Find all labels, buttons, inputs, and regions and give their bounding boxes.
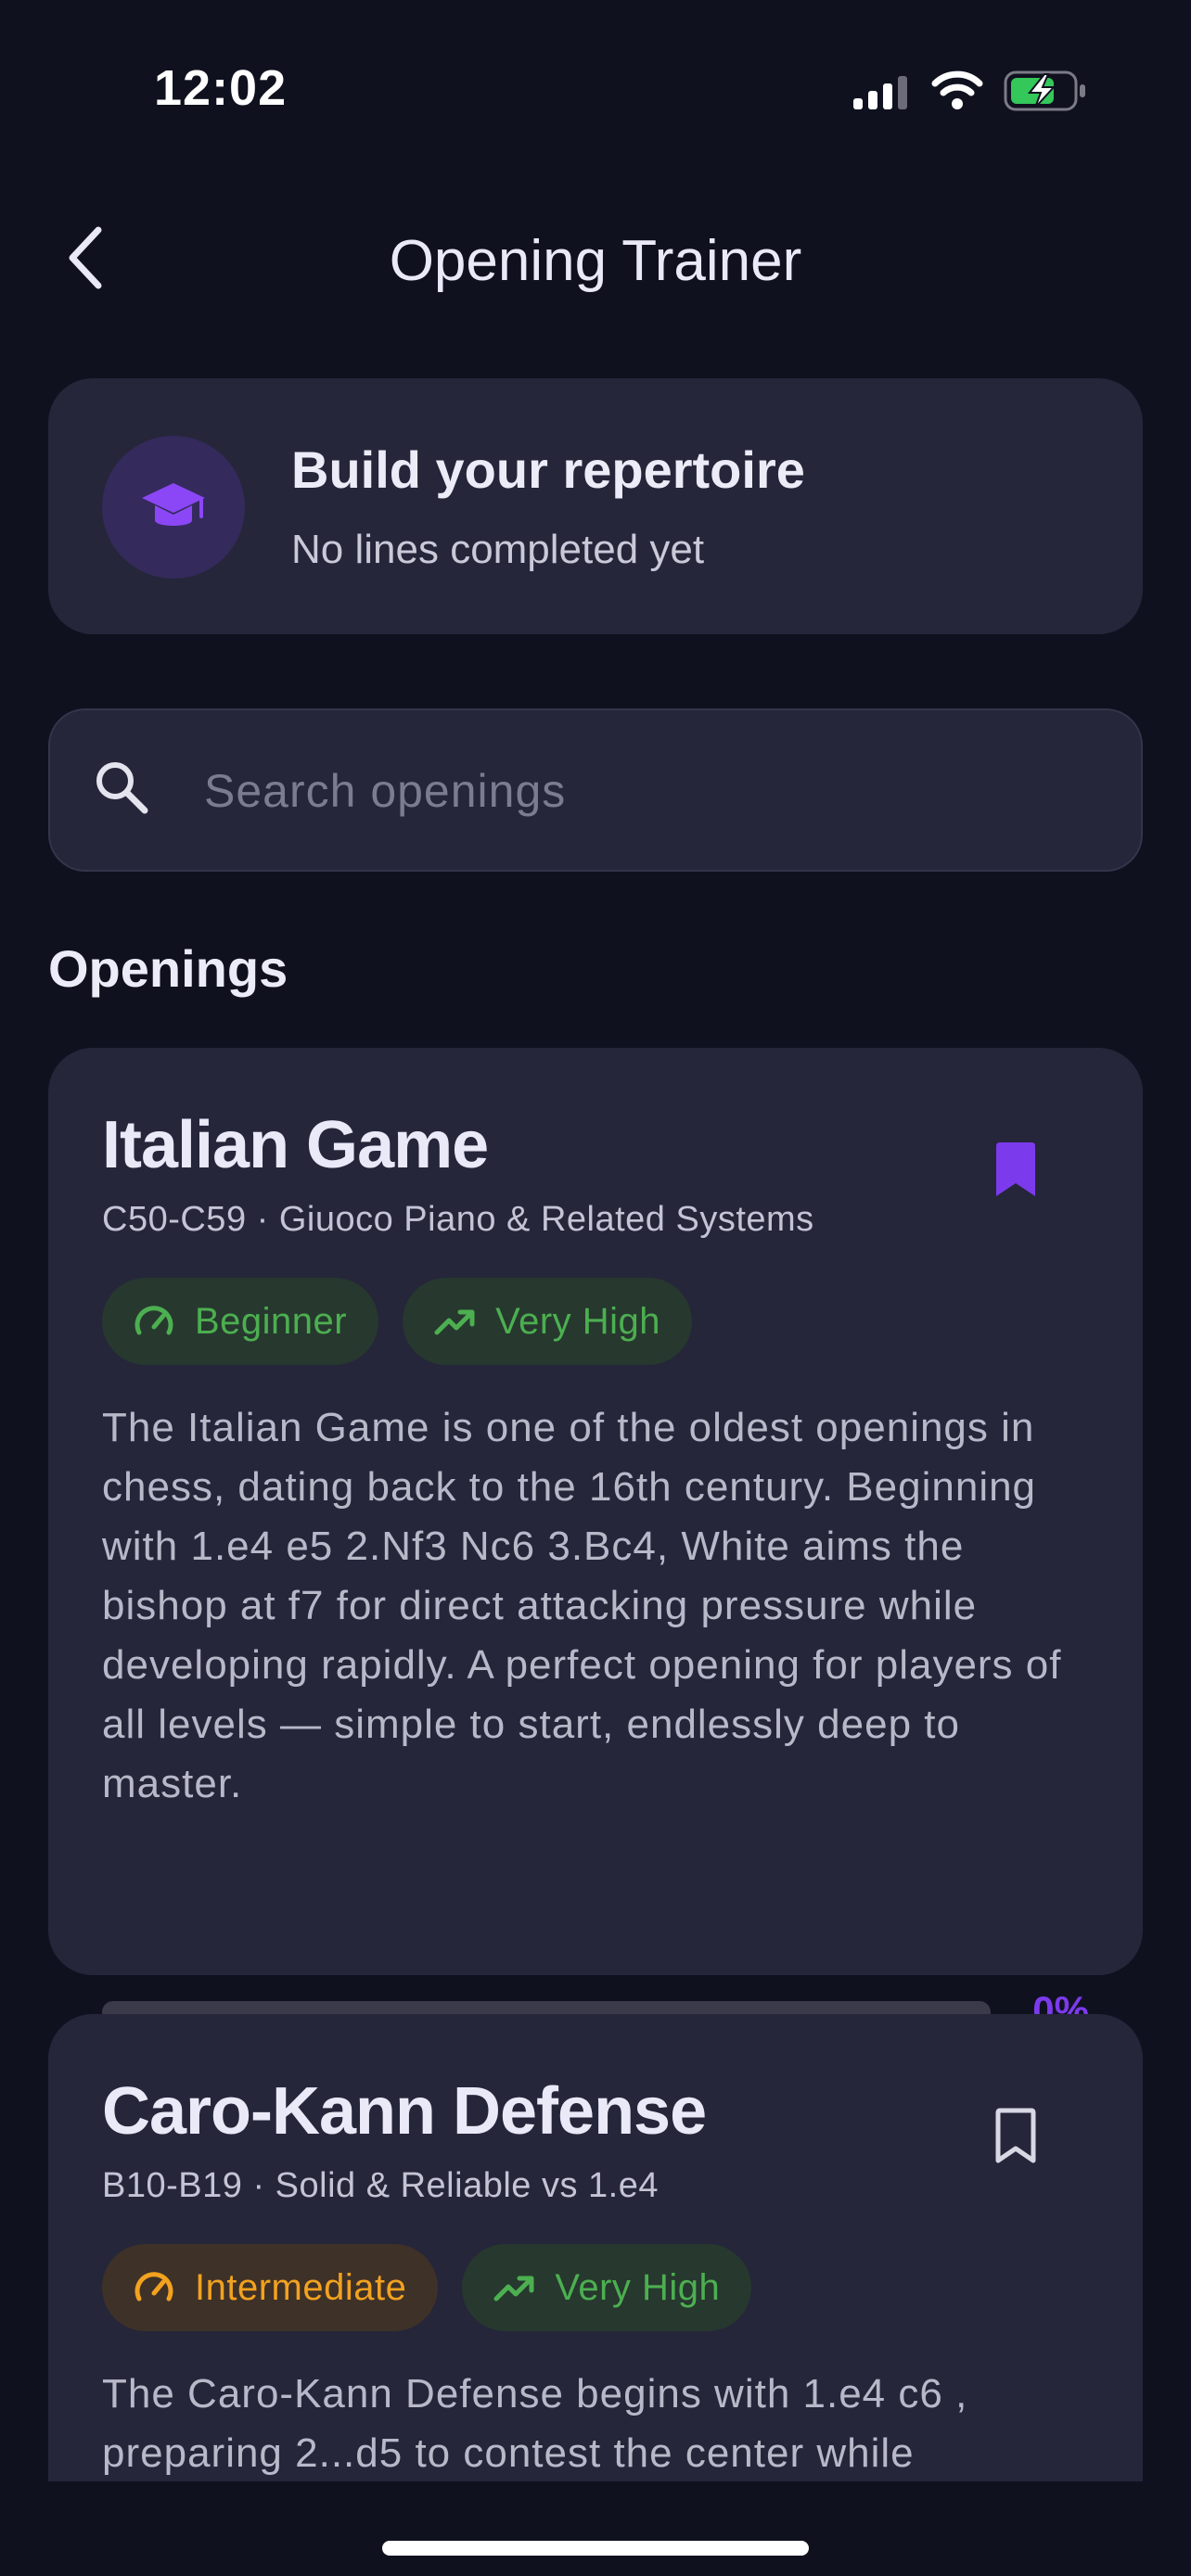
difficulty-label: Intermediate — [195, 2266, 407, 2308]
repertoire-title: Build your repertoire — [291, 440, 805, 499]
graduation-cap-icon — [142, 483, 205, 526]
screen: 12:02 Opening Trainer Build your reperto… — [0, 0, 1191, 2576]
opening-name: Caro-Kann Defense — [102, 2074, 707, 2149]
bookmark-button[interactable] — [992, 2107, 1039, 2171]
bookmark-filled-icon — [996, 1142, 1035, 1196]
popularity-badge: Very High — [462, 2244, 752, 2331]
home-indicator[interactable] — [382, 2541, 809, 2556]
bookmark-outline-icon — [995, 2108, 1036, 2163]
popularity-badge: Very High — [403, 1278, 693, 1365]
section-title: Openings — [48, 939, 288, 998]
opening-subtitle: B10-B19 · Solid & Reliable vs 1.e4 — [102, 2166, 659, 2205]
opening-description: The Italian Game is one of the oldest op… — [102, 1405, 1062, 1806]
bottom-safe-area — [0, 2481, 1191, 2576]
trending-up-icon — [493, 2276, 534, 2302]
opening-name: Italian Game — [102, 1108, 489, 1182]
repertoire-subtitle: No lines completed yet — [291, 527, 705, 572]
opening-description: The Caro-Kann Defense begins with 1.e4 c… — [102, 2371, 968, 2476]
signal-icon — [853, 76, 907, 109]
repertoire-card[interactable]: Build your repertoire No lines completed… — [48, 378, 1143, 634]
wifi-icon — [931, 70, 983, 109]
repertoire-icon-badge — [102, 436, 245, 579]
difficulty-badge: Intermediate — [102, 2244, 439, 2331]
popularity-label: Very High — [495, 1300, 661, 1342]
opening-card-italian-game[interactable]: Italian Game C50-C59 · Giuoco Piano & Re… — [48, 1048, 1143, 2032]
status-time: 12:02 — [154, 60, 288, 116]
bookmark-button[interactable] — [992, 1141, 1039, 1205]
difficulty-badge: Beginner — [102, 1278, 379, 1365]
search-bar[interactable] — [48, 708, 1143, 872]
opening-tags: Intermediate Very High — [102, 2244, 752, 2331]
speedometer-icon — [134, 2272, 173, 2302]
trending-up-icon — [434, 1309, 475, 1335]
difficulty-label: Beginner — [195, 1300, 348, 1342]
search-input[interactable] — [202, 747, 1096, 835]
page-title: Opening Trainer — [389, 229, 802, 293]
opening-tags: Beginner Very High — [102, 1278, 693, 1365]
speedometer-icon — [134, 1306, 173, 1335]
search-icon — [96, 762, 148, 814]
popularity-label: Very High — [555, 2266, 721, 2308]
opening-subtitle: C50-C59 · Giuoco Piano & Related Systems — [102, 1200, 814, 1239]
battery-charging-icon — [1004, 70, 1085, 111]
